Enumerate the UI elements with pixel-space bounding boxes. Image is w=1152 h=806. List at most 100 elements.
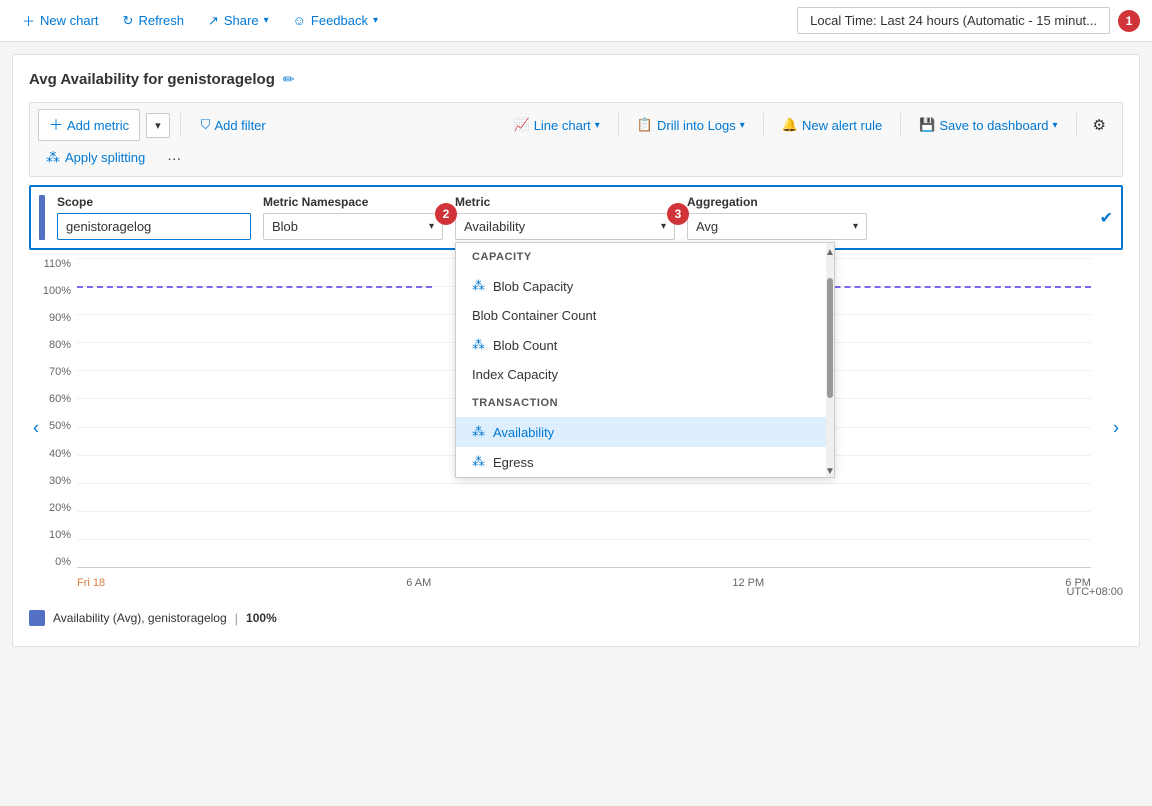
plus-icon: ＋ [22,11,35,30]
chart-next-button[interactable]: › [1113,418,1119,439]
more-options-button[interactable]: ··· [159,146,189,170]
namespace-dropdown[interactable]: Blob ▾ [263,213,443,240]
refresh-button[interactable]: ↻ Refresh [113,8,194,34]
index-capacity-label: Index Capacity [472,367,558,382]
egress-icon: ⁂ [472,454,485,470]
capacity-header: CAPACITY [456,243,826,271]
settings-button[interactable]: ⚙ [1085,111,1114,139]
metric-confirm-icon[interactable]: ✔ [1100,208,1113,228]
new-alert-button[interactable]: 🔔 New alert rule [772,112,892,138]
y-label-70: 70% [49,366,71,378]
splitting-icon: ⁂ [46,149,60,166]
card-title: Avg Availability for genistoragelog [29,71,275,88]
add-metric-dropdown-button[interactable]: ▾ [146,113,170,138]
transaction-header: TRANSACTION [456,389,826,417]
share-button[interactable]: ↗ Share ▾ [198,8,279,34]
y-label-90: 90% [49,312,71,324]
aggregation-section: Aggregation Avg ▾ [687,195,867,240]
toolbar-divider1 [180,113,181,137]
metric-dropdown[interactable]: Availability ▾ [455,213,675,240]
blob-count-label: Blob Count [493,338,557,353]
y-label-60: 60% [49,393,71,405]
add-metric-button[interactable]: ＋ Add metric [38,109,140,141]
new-chart-button[interactable]: ＋ New chart [12,6,109,35]
aggregation-value: Avg [696,219,718,234]
scrollbar-thumb[interactable] [827,278,833,398]
x-label-6am: 6 AM [406,577,431,589]
share-icon: ↗ [208,13,219,29]
scope-input[interactable] [57,213,251,240]
scroll-down-arrow[interactable]: ▼ [825,462,835,477]
dropdown-scrollbar: CAPACITY ⁂ Blob Capacity Blob Container … [456,243,834,477]
new-chart-label: New chart [40,13,99,28]
availability-label: Availability [493,425,554,440]
save-icon: 💾 [919,117,935,133]
scroll-up-arrow[interactable]: ▲ [825,243,835,258]
x-label-12pm: 12 PM [732,577,764,589]
blob-count-icon: ⁂ [472,337,485,353]
metric-chevron: ▾ [661,221,666,232]
add-filter-button[interactable]: ⛉ Add filter [191,112,276,138]
drill-logs-label: Drill into Logs [657,118,736,133]
metric-confirm-section: ✔ [1100,195,1113,240]
drill-icon: 📋 [637,117,653,133]
chart-y-axis: 110% 100% 90% 80% 70% 60% 50% 40% 30% 20… [29,258,77,568]
add-filter-label: Add filter [214,118,265,133]
line-chart-label: Line chart [534,118,591,133]
y-label-40: 40% [49,448,71,460]
line-chart-button[interactable]: 📈 Line chart ▾ [504,112,610,138]
availability-icon: ⁂ [472,424,485,440]
feedback-label: Feedback [311,13,368,28]
apply-splitting-label: Apply splitting [65,150,145,165]
metric-section: Metric Availability ▾ 3 CAPACITY ⁂ [455,195,675,240]
utc-label: UTC+08:00 [1066,586,1123,598]
egress-label: Egress [493,455,533,470]
save-dashboard-button[interactable]: 💾 Save to dashboard ▾ [909,112,1067,138]
metric-definition-row: Scope Metric Namespace Blob ▾ 2 Metric [29,185,1123,250]
time-range-button[interactable]: Local Time: Last 24 hours (Automatic - 1… [797,7,1110,34]
dropdown-item-blob-container[interactable]: Blob Container Count [456,301,826,330]
drill-logs-button[interactable]: 📋 Drill into Logs ▾ [627,112,755,138]
dropdown-item-egress[interactable]: ⁂ Egress [456,447,826,477]
namespace-chevron: ▾ [429,221,434,232]
metric-label: Metric [455,195,675,209]
namespace-value: Blob [272,219,298,234]
aggregation-label: Aggregation [687,195,867,209]
step-badge-2: 2 [435,203,457,225]
blob-capacity-icon: ⁂ [472,278,485,294]
share-label: Share [224,13,259,28]
aggregation-dropdown[interactable]: Avg ▾ [687,213,867,240]
line-chart-icon: 📈 [514,117,530,133]
scrollbar-track[interactable]: ▲ ▼ [826,243,834,477]
feedback-chevron-icon: ▾ [373,15,378,26]
drill-chevron: ▾ [740,120,745,131]
toolbar-divider5 [1076,113,1077,137]
y-label-30: 30% [49,475,71,487]
chart-data-line-left [77,286,432,288]
main-container: ＋ New chart ↻ Refresh ↗ Share ▾ ☺ Feedba… [0,0,1152,806]
dropdown-item-blob-capacity[interactable]: ⁂ Blob Capacity [456,271,826,301]
metrics-card: Avg Availability for genistoragelog ✏ ＋ … [12,54,1140,647]
metric-value: Availability [464,219,525,234]
dropdown-item-blob-count[interactable]: ⁂ Blob Count [456,330,826,360]
add-metric-label: Add metric [67,118,129,133]
chart-legend: Availability (Avg), genistoragelog | 100… [29,602,1123,630]
notification-badge: 1 [1118,10,1140,32]
legend-value: 100% [246,611,277,625]
grid-line-20 [77,511,1091,512]
y-label-0: 0% [55,556,71,568]
dropdown-item-index-capacity[interactable]: Index Capacity [456,360,826,389]
dropdown-content: CAPACITY ⁂ Blob Capacity Blob Container … [456,243,826,477]
top-toolbar: ＋ New chart ↻ Refresh ↗ Share ▾ ☺ Feedba… [0,0,1152,42]
metric-toolbar: ＋ Add metric ▾ ⛉ Add filter 📈 Line chart [29,102,1123,177]
legend-divider: | [235,611,238,626]
refresh-label: Refresh [138,13,184,28]
new-alert-label: New alert rule [802,118,882,133]
edit-title-icon[interactable]: ✏ [283,71,295,88]
step-badge-3: 3 [667,203,689,225]
apply-splitting-button[interactable]: ⁂ Apply splitting [38,145,153,170]
feedback-button[interactable]: ☺ Feedback ▾ [283,8,388,33]
chart-prev-button[interactable]: ‹ [33,418,39,439]
dropdown-item-availability[interactable]: ⁂ Availability [456,417,826,447]
scope-label: Scope [57,195,251,209]
